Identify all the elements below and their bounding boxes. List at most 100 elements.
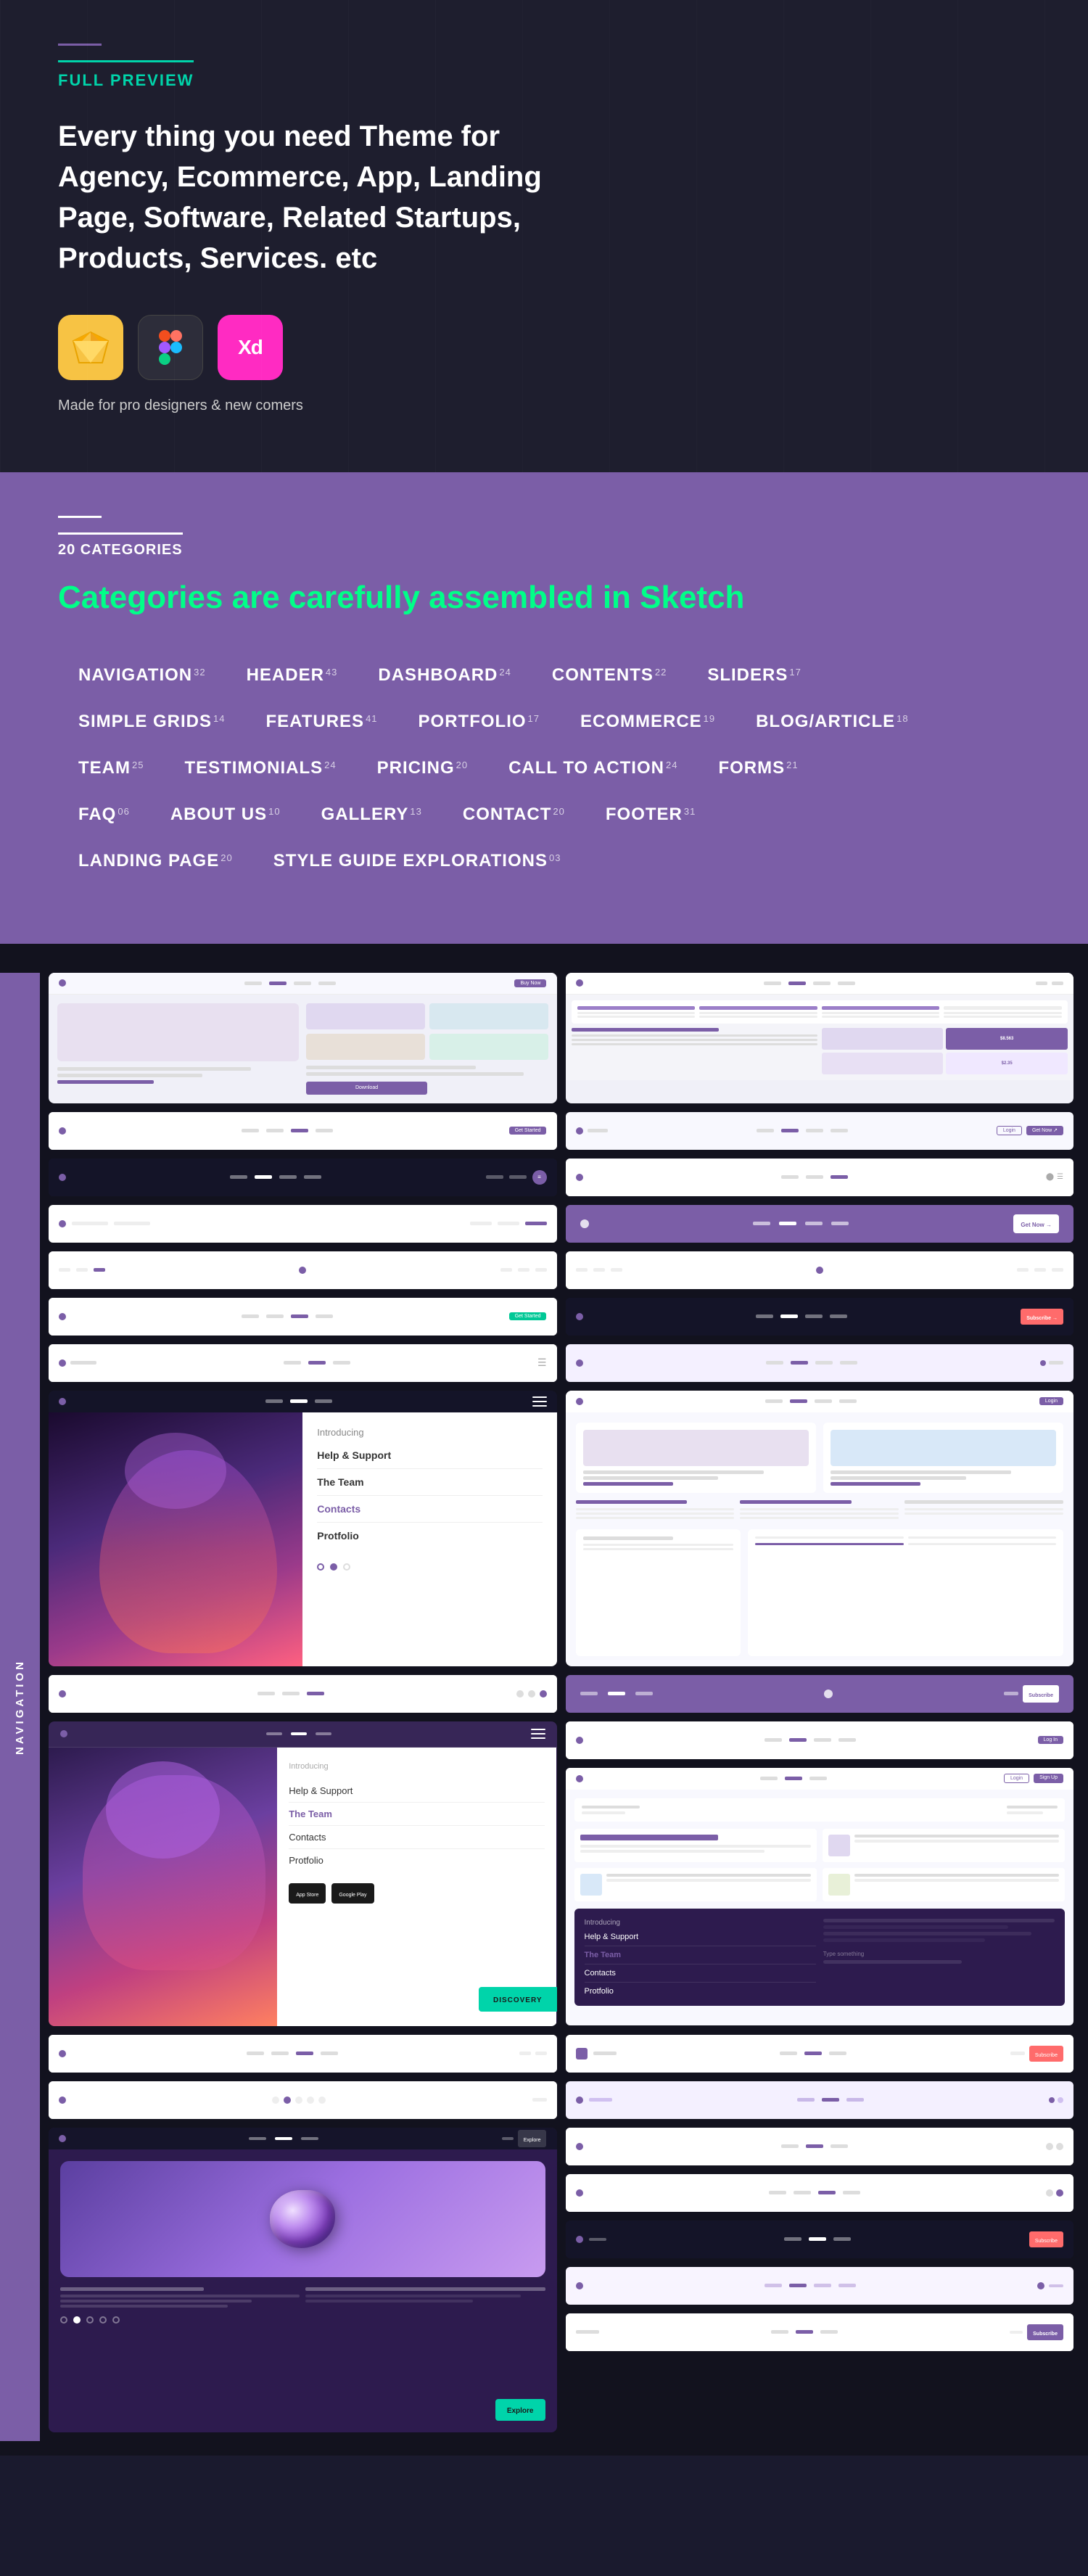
mock-logo-1 bbox=[59, 979, 66, 987]
nav-pills-r10-1 bbox=[765, 1738, 856, 1742]
mock-pill-7 bbox=[813, 982, 831, 985]
logo-r9-1 bbox=[59, 1690, 66, 1698]
nav-row-12 bbox=[49, 2081, 1073, 2119]
nav-dark-pagination bbox=[60, 2316, 545, 2324]
mock-pill-8 bbox=[838, 982, 855, 985]
nav-content-body: Introducing Help & Support The Team Cont… bbox=[566, 1790, 1074, 2015]
nav-bar-r12-1 bbox=[49, 2081, 557, 2119]
cat-forms[interactable]: FORMS21 bbox=[698, 746, 818, 790]
nav-dark-abstract: Explore bbox=[49, 2128, 557, 2432]
navigation-vertical-label: Navigation bbox=[0, 973, 40, 2441]
logo-r12-1 bbox=[59, 2096, 66, 2104]
cat-footer[interactable]: FOOTER31 bbox=[585, 793, 716, 836]
categories-row-3: TEAM25 TESTIMONIALS24 PRICING20 CALL TO … bbox=[58, 746, 1030, 790]
nav-bar-dark-1: ≡ bbox=[49, 1159, 557, 1196]
mock-content-l bbox=[57, 1003, 299, 1095]
mock-cta-small-1: Get Started bbox=[509, 1127, 547, 1135]
nav-bar-r13-2 bbox=[566, 2174, 1074, 2212]
nav-light-body bbox=[566, 1412, 1074, 1529]
right-col-nav: $8.563 $2.35 bbox=[822, 1028, 1068, 1074]
cat-gallery[interactable]: GALLERY13 bbox=[301, 793, 442, 836]
nav-bar-r11-1 bbox=[49, 2035, 557, 2073]
cat-blog[interactable]: BLOG/ARTICLE18 bbox=[735, 700, 928, 744]
menu-team-highlight[interactable]: The Team bbox=[289, 1803, 545, 1826]
nav-pills-dark-1 bbox=[230, 1175, 321, 1179]
abstract-3d-object bbox=[60, 2161, 545, 2277]
google-play-button[interactable]: Google Play bbox=[331, 1883, 374, 1904]
logo-action-1 bbox=[59, 1313, 66, 1320]
cat-landing[interactable]: LANDING PAGE20 bbox=[58, 839, 253, 883]
logo-r13-dark bbox=[576, 2236, 583, 2243]
nav-row-1: Buy Now bbox=[49, 973, 1073, 1103]
cat-simple-grids[interactable]: SIMPLE GRIDS14 bbox=[58, 700, 246, 744]
discovery-button[interactable]: DISCOVERY bbox=[479, 1987, 557, 2012]
nav-bar-1: Get Started bbox=[49, 1112, 557, 1150]
mock-content-r: Download bbox=[306, 1003, 548, 1095]
nav-bar-r10-1: Log In bbox=[566, 1721, 1074, 1759]
mock-pill-2 bbox=[269, 982, 287, 985]
mock-outline-r10: Login bbox=[1004, 1774, 1029, 1783]
cat-dashboard[interactable]: DASHBOARD24 bbox=[358, 654, 531, 697]
nav-bar-r13-final bbox=[566, 2267, 1074, 2305]
nav-bar-r13-1 bbox=[566, 2128, 1074, 2165]
cat-navigation[interactable]: NAVIGATION32 bbox=[58, 654, 226, 697]
nav-minimal-pills bbox=[284, 1361, 350, 1365]
sketch-icon bbox=[58, 315, 123, 380]
mock-cta-1: Buy Now bbox=[514, 979, 546, 987]
mock-pill-1 bbox=[244, 982, 262, 985]
cat-portfolio[interactable]: PORTFOLIO17 bbox=[398, 700, 560, 744]
nav-pills-r13-1 bbox=[781, 2144, 848, 2148]
nav-light-pills bbox=[765, 1399, 857, 1403]
cat-testimonials[interactable]: TESTIMONIALS24 bbox=[164, 746, 356, 790]
overlay-photo-left bbox=[49, 1412, 302, 1666]
nav-pills-small-2 bbox=[757, 1129, 848, 1132]
cat-features[interactable]: FEATURES41 bbox=[246, 700, 398, 744]
app-store-button[interactable]: App Store bbox=[289, 1883, 326, 1904]
cat-cta[interactable]: CALL TO ACTION24 bbox=[488, 746, 698, 790]
cat-ecommerce[interactable]: ECOMMERCE19 bbox=[560, 700, 735, 744]
hero-title: Every thing you need Theme for Agency, E… bbox=[58, 116, 551, 279]
overlay-dark-body: Introducing Help & Support The Team Cont… bbox=[49, 1412, 557, 1666]
top-brand-2 bbox=[699, 1006, 817, 1018]
nav-row-13: Explore bbox=[49, 2128, 1073, 2432]
logo-r13-2 bbox=[576, 2189, 583, 2197]
cat-contact[interactable]: CONTACT20 bbox=[442, 793, 585, 836]
nav-row-11: Subscribe bbox=[49, 2035, 1073, 2073]
cat-style-guide[interactable]: STYLE GUIDE EXPLORATIONS03 bbox=[253, 839, 582, 883]
nav-action-1: Get Started bbox=[49, 1298, 557, 1336]
cat-team[interactable]: TEAM25 bbox=[58, 746, 164, 790]
mock-nav-1 bbox=[244, 982, 336, 985]
nav-row-10: Introducing Help & Support The Team Cont… bbox=[49, 1721, 1073, 2026]
intro-text-small: Introducing bbox=[289, 1762, 545, 1771]
nav-pills-small-1 bbox=[242, 1129, 333, 1132]
nav-bar-r12-2 bbox=[566, 2081, 1074, 2119]
mock-cta-light-full: Login bbox=[1039, 1397, 1063, 1405]
nav-bar-2: Login Get Now ↗ bbox=[566, 1112, 1074, 1150]
cat-contents[interactable]: CONTENTS22 bbox=[532, 654, 687, 697]
nav-pills-r13-2 bbox=[769, 2191, 860, 2194]
overlay-photo-body: Introducing Help & Support The Team Cont… bbox=[49, 1748, 557, 2026]
nav-minimal-1: ☰ bbox=[49, 1344, 557, 1382]
categories-divider bbox=[58, 516, 102, 518]
mock-cta-content: Sign Up bbox=[1034, 1774, 1063, 1783]
hamburger-icon[interactable] bbox=[532, 1396, 547, 1407]
categories-section: 20 CATEGORIES Categories are carefully a… bbox=[0, 472, 1088, 944]
cat-header[interactable]: HEADER43 bbox=[226, 654, 358, 697]
cat-sliders[interactable]: SLIDERS17 bbox=[687, 654, 821, 697]
explore-button[interactable]: Explore bbox=[495, 2399, 545, 2421]
logo-r11-1 bbox=[59, 2050, 66, 2057]
nav-overlay-photo: Introducing Help & Support The Team Cont… bbox=[49, 1721, 557, 2026]
contacts-item-highlight[interactable]: Contacts bbox=[317, 1503, 542, 1523]
cat-about[interactable]: ABOUT US10 bbox=[150, 793, 301, 836]
categories-label: 20 CATEGORIES bbox=[58, 532, 183, 559]
cat-pricing[interactable]: PRICING20 bbox=[357, 746, 488, 790]
nav-pills-3 bbox=[781, 1175, 848, 1179]
mock-pill-6 bbox=[788, 982, 806, 985]
cat-faq[interactable]: FAQ06 bbox=[58, 793, 150, 836]
preview-label: FULL PREVIEW bbox=[58, 60, 194, 90]
logo-light-3 bbox=[576, 1174, 583, 1181]
nav-light-header: Login bbox=[566, 1391, 1074, 1412]
logo-center-1 bbox=[299, 1267, 306, 1274]
the-team-item: The Team bbox=[317, 1476, 542, 1496]
nav-light-col-3 bbox=[904, 1500, 1063, 1519]
